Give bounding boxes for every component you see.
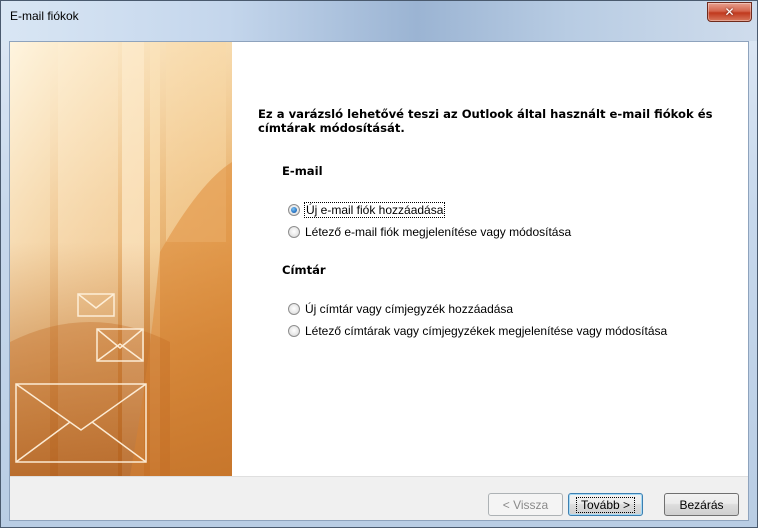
wizard-button-bar: < Vissza Tovább > Bezárás xyxy=(10,476,748,520)
next-button-label: Tovább > xyxy=(575,496,636,513)
radio-new-email-account[interactable]: Új e-mail fiók hozzáadása xyxy=(288,202,446,218)
title-bar[interactable]: E-mail fiókok ✕ xyxy=(1,1,757,41)
radio-edit-directory[interactable]: Létező címtárak vagy címjegyzékek megjel… xyxy=(288,323,667,339)
back-button-label: < Vissza xyxy=(502,497,549,512)
radio-label-new-email-account: Új e-mail fiók hozzáadása xyxy=(303,202,446,218)
radio-label-new-directory: Új címtár vagy címjegyzék hozzáadása xyxy=(305,302,514,316)
next-button[interactable]: Tovább > xyxy=(568,493,643,516)
email-section-title: E-mail xyxy=(282,164,323,178)
radio-edit-email-account[interactable]: Létező e-mail fiók megjelenítése vagy mó… xyxy=(288,224,571,240)
email-accounts-window: E-mail fiókok ✕ Ez a varázsló lehetővé t… xyxy=(0,0,758,528)
back-button[interactable]: < Vissza xyxy=(488,493,563,516)
wizard-content: Ez a varázsló lehetővé teszi az Outlook … xyxy=(232,42,748,476)
envelope-artwork-graphic xyxy=(10,42,232,476)
radio-unselected-icon[interactable] xyxy=(288,303,300,315)
radio-unselected-icon[interactable] xyxy=(288,325,300,337)
radio-new-directory[interactable]: Új címtár vagy címjegyzék hozzáadása xyxy=(288,301,513,317)
wizard-artwork xyxy=(10,42,232,476)
close-button-label: Bezárás xyxy=(679,497,724,512)
directory-section-title: Címtár xyxy=(282,263,326,277)
window-title: E-mail fiókok xyxy=(10,9,79,23)
radio-selected-icon[interactable] xyxy=(288,204,300,216)
wizard-intro-text: Ez a varázsló lehetővé teszi az Outlook … xyxy=(258,107,713,135)
radio-label-edit-email-account: Létező e-mail fiók megjelenítése vagy mó… xyxy=(305,225,572,239)
close-icon: ✕ xyxy=(724,5,735,19)
wizard-panel: Ez a varázsló lehetővé teszi az Outlook … xyxy=(9,41,749,521)
radio-label-edit-directory: Létező címtárak vagy címjegyzékek megjel… xyxy=(305,324,668,338)
radio-unselected-icon[interactable] xyxy=(288,226,300,238)
window-close-button[interactable]: ✕ xyxy=(707,2,752,22)
close-button[interactable]: Bezárás xyxy=(664,493,739,516)
